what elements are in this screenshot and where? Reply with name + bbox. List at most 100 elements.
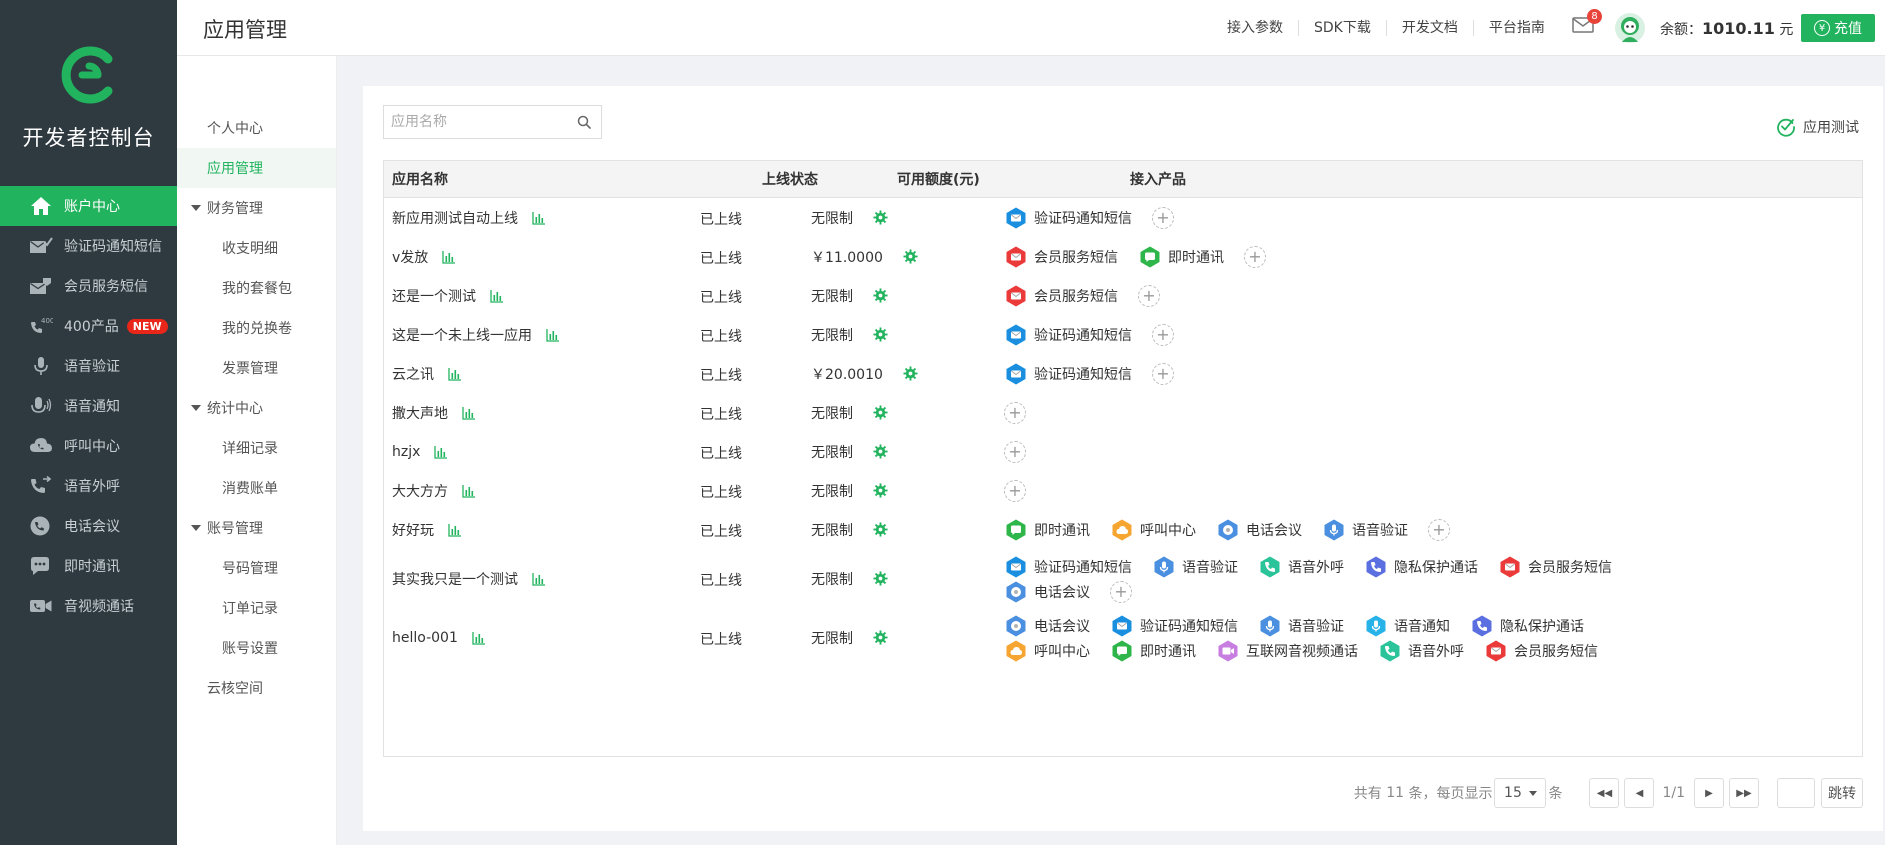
bar-chart-icon[interactable] [546,328,560,342]
subnav-item-6[interactable]: 发票管理 [177,348,336,388]
product-tag-voice-out[interactable]: 语音外呼 [1378,639,1464,663]
product-tag-im[interactable]: 即时通讯 [1138,245,1224,269]
prev-page-button[interactable]: ◀ [1624,778,1655,808]
app-name[interactable]: hello-001 [392,630,458,646]
sidebar-item-4[interactable]: 语音验证 [0,346,177,386]
sidebar-item-1[interactable]: 验证码通知短信 [0,226,177,266]
jump-button[interactable]: 跳转 [1821,778,1863,808]
sidebar-item-10[interactable]: 音视频通话 [0,586,177,626]
avatar[interactable] [1614,12,1646,44]
gear-icon[interactable] [873,288,888,303]
product-tag-conference[interactable]: 电话会议 [1004,614,1090,638]
bar-chart-icon[interactable] [442,250,456,264]
last-page-button[interactable]: ▶▶ [1729,778,1759,808]
add-product-button[interactable]: + [1004,401,1026,424]
product-tag-sms-verify[interactable]: 验证码通知短信 [1004,362,1132,386]
product-tag-conference[interactable]: 电话会议 [1216,518,1302,542]
product-tag-im[interactable]: 即时通讯 [1004,518,1090,542]
first-page-button[interactable]: ◀◀ [1589,778,1620,808]
gear-icon[interactable] [873,444,888,459]
subnav-item-8[interactable]: 详细记录 [177,428,336,468]
add-product-button[interactable]: + [1110,581,1132,603]
app-name[interactable]: 其实我只是一个测试 [392,569,518,589]
sidebar-item-2[interactable]: 会员服务短信 [0,266,177,306]
bar-chart-icon[interactable] [448,523,462,537]
gear-icon[interactable] [873,483,888,498]
add-product-button[interactable]: + [1152,362,1174,385]
bar-chart-icon[interactable] [490,289,504,303]
bar-chart-icon[interactable] [448,367,462,381]
subnav-item-1[interactable]: 应用管理 [177,148,336,188]
add-product-button[interactable]: + [1244,245,1266,268]
app-name[interactable]: 大大方方 [392,481,448,501]
product-tag-sms-verify[interactable]: 验证码通知短信 [1110,614,1238,638]
sidebar-item-8[interactable]: 电话会议 [0,506,177,546]
header-link-sdk[interactable]: SDK下载 [1299,20,1387,36]
page-size-select[interactable]: 15 [1494,778,1547,808]
sidebar-item-9[interactable]: 即时通讯 [0,546,177,586]
product-tag-voice-verify[interactable]: 语音验证 [1258,614,1344,638]
bar-chart-icon[interactable] [462,406,476,420]
bar-chart-icon[interactable] [434,445,448,459]
product-tag-sms-verify[interactable]: 验证码通知短信 [1004,323,1132,347]
app-name[interactable]: v发放 [392,247,428,267]
sidebar-item-0[interactable]: 账户中心 [0,186,177,226]
subnav-item-2[interactable]: 财务管理 [177,188,336,228]
product-tag-voice-out[interactable]: 语音外呼 [1258,555,1344,579]
gear-icon[interactable] [873,405,888,420]
add-product-button[interactable]: + [1138,284,1160,307]
sidebar-item-5[interactable]: 语音通知 [0,386,177,426]
app-name[interactable]: hzjx [392,444,420,460]
add-product-button[interactable]: + [1004,479,1026,502]
sidebar-item-3[interactable]: 400 400产品 NEW [0,306,177,346]
gear-icon[interactable] [873,630,888,645]
app-name[interactable]: 这是一个未上线一应用 [392,325,532,345]
product-tag-call-center[interactable]: 呼叫中心 [1110,518,1196,542]
add-product-button[interactable]: + [1152,206,1174,229]
app-name[interactable]: 新应用测试自动上线 [392,208,518,228]
product-tag-sms-verify[interactable]: 验证码通知短信 [1004,555,1132,579]
subnav-item-9[interactable]: 消费账单 [177,468,336,508]
gear-icon[interactable] [873,210,888,225]
product-tag-sms-member[interactable]: 会员服务短信 [1004,245,1118,269]
subnav-item-12[interactable]: 订单记录 [177,588,336,628]
header-link-guide[interactable]: 平台指南 [1474,20,1560,36]
app-name[interactable]: 还是一个测试 [392,286,476,306]
next-page-button[interactable]: ▶ [1694,778,1724,808]
add-product-button[interactable]: + [1004,440,1026,463]
mail-icon[interactable]: 8 [1572,9,1602,34]
product-tag-call-center[interactable]: 呼叫中心 [1004,639,1090,663]
subnav-item-4[interactable]: 我的套餐包 [177,268,336,308]
gear-icon[interactable] [873,327,888,342]
subnav-item-7[interactable]: 统计中心 [177,388,336,428]
search-input[interactable] [384,107,569,137]
product-tag-sms-member[interactable]: 会员服务短信 [1498,555,1612,579]
product-tag-sms-member[interactable]: 会员服务短信 [1004,284,1118,308]
product-tag-sms-verify[interactable]: 验证码通知短信 [1004,206,1132,230]
product-tag-sms-member[interactable]: 会员服务短信 [1484,639,1598,663]
jump-page-input[interactable] [1777,778,1815,808]
subnav-item-14[interactable]: 云核空间 [177,668,336,708]
recharge-button[interactable]: ¥ 充值 [1801,14,1875,42]
product-tag-im[interactable]: 即时通讯 [1110,639,1196,663]
header-link-docs[interactable]: 开发文档 [1387,20,1474,36]
product-tag-voice-verify[interactable]: 语音验证 [1322,518,1408,542]
subnav-item-5[interactable]: 我的兑换卷 [177,308,336,348]
bar-chart-icon[interactable] [532,211,546,225]
subnav-item-3[interactable]: 收支明细 [177,228,336,268]
product-tag-conference[interactable]: 电话会议 [1004,580,1090,604]
subnav-item-11[interactable]: 号码管理 [177,548,336,588]
search-icon[interactable] [569,107,599,137]
subnav-item-10[interactable]: 账号管理 [177,508,336,548]
product-tag-privacy[interactable]: 隐私保护通话 [1470,614,1584,638]
bar-chart-icon[interactable] [532,572,546,586]
product-tag-video[interactable]: 互联网音视频通话 [1216,639,1358,663]
app-name[interactable]: 撒大声地 [392,403,448,423]
app-name[interactable]: 云之讯 [392,364,434,384]
product-tag-voice-verify[interactable]: 语音验证 [1152,555,1238,579]
subnav-item-0[interactable]: 个人中心 [177,108,336,148]
app-test-button[interactable]: 应用测试 [1776,117,1859,137]
sidebar-item-6[interactable]: 呼叫中心 [0,426,177,466]
product-tag-voice-notify[interactable]: 语音通知 [1364,614,1450,638]
add-product-button[interactable]: + [1428,518,1450,541]
